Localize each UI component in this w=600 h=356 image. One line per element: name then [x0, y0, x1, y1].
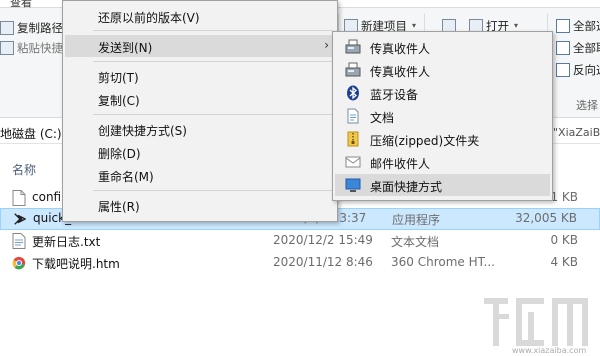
menu-item-restore-previous[interactable]: 还原以前的版本(V)	[65, 5, 335, 27]
file-date: 2020/11/12 8:46	[273, 255, 373, 269]
paste-shortcut-button[interactable]: 粘贴快捷	[0, 38, 63, 58]
menu-item-label: 属性(R)	[98, 200, 140, 214]
file-name: confi	[32, 190, 62, 204]
menu-item-delete[interactable]: 删除(D)	[65, 141, 335, 163]
address-path: 地磁盘 (C:)	[0, 127, 62, 141]
file-row[interactable]: 下载吧说明.htm 2020/11/12 8:46 360 Chrome HT.…	[0, 252, 600, 274]
menu-item-label: 剪切(T)	[98, 71, 139, 85]
file-date: 2020/12/2 15:49	[273, 233, 373, 247]
chevron-right-icon: ›	[324, 38, 329, 52]
chrome-html-icon	[12, 256, 26, 270]
menu-item-send-to[interactable]: 发送到(N) ›	[65, 35, 335, 57]
quickedit-app-icon	[14, 213, 26, 225]
file-type: 360 Chrome HT...	[391, 255, 495, 269]
file-size: 32,005 KB	[515, 211, 577, 225]
sendto-label: 文档	[370, 111, 395, 125]
file-size: 0 KB	[550, 233, 578, 247]
menu-item-label: 复制(C)	[98, 94, 140, 108]
desktop-icon	[345, 178, 361, 192]
mail-icon	[345, 156, 361, 168]
select-none-label: 全部取	[573, 41, 600, 55]
select-all-label: 全部选	[573, 19, 600, 33]
select-none-button[interactable]: 全部取	[556, 38, 600, 58]
sendto-label: 压缩(zipped)文件夹	[370, 134, 480, 148]
send-to-submenu: 传真收件人 传真收件人 蓝牙设备 文档 压缩(zipped)文件夹 邮件收件人 …	[332, 31, 553, 201]
paste-shortcut-label: 粘贴快捷	[17, 41, 63, 55]
menu-separator	[93, 114, 333, 115]
copy-path-button[interactable]: 复制路径	[0, 18, 63, 38]
menu-item-label: 删除(D)	[98, 147, 141, 161]
file-name: 下载吧说明.htm	[32, 257, 120, 271]
text-file-icon	[12, 233, 26, 249]
menu-separator	[93, 190, 333, 191]
menu-item-cut[interactable]: 剪切(T)	[65, 65, 335, 87]
file-size: 4 KB	[550, 255, 578, 269]
file-name: 更新日志.txt	[32, 235, 101, 249]
copy-path-icon	[0, 21, 14, 35]
menu-item-label: 发送到(N)	[98, 41, 153, 55]
sendto-zip-folder[interactable]: 压缩(zipped)文件夹	[335, 128, 550, 150]
file-row[interactable]: 更新日志.txt 2020/12/2 15:49 文本文档 0 KB	[0, 230, 600, 252]
search-box-text[interactable]: "XiaZaiBa"	[553, 126, 600, 139]
menu-item-label: 还原以前的版本(V)	[98, 11, 200, 25]
sendto-documents[interactable]: 文档	[335, 105, 550, 127]
column-name-header[interactable]: 名称	[12, 161, 36, 178]
sendto-fax-recipient[interactable]: 传真收件人	[335, 59, 550, 81]
invert-selection-label: 反向选	[573, 63, 600, 77]
file-icon	[12, 190, 26, 206]
sendto-bluetooth-device[interactable]: 蓝牙设备	[335, 82, 550, 104]
file-type: 文本文档	[391, 235, 440, 249]
file-size: 1 KB	[550, 190, 578, 204]
zip-folder-icon	[347, 131, 359, 147]
sendto-desktop-shortcut[interactable]: 桌面快捷方式	[335, 174, 550, 196]
select-all-button[interactable]: 全部选	[556, 16, 600, 36]
sendto-fax-recipient[interactable]: 传真收件人	[335, 36, 550, 58]
menu-item-label: 重命名(M)	[98, 170, 154, 184]
select-all-icon	[556, 19, 570, 33]
menu-item-copy[interactable]: 复制(C)	[65, 88, 335, 110]
fax-icon	[345, 62, 361, 77]
watermark-url: www.xiazaiba.com	[512, 346, 587, 355]
invert-selection-button[interactable]: 反向选	[556, 60, 600, 80]
menu-separator	[93, 61, 333, 62]
menu-item-create-shortcut[interactable]: 创建快捷方式(S)	[65, 118, 335, 140]
sendto-mail-recipient[interactable]: 邮件收件人	[335, 151, 550, 173]
copy-path-label: 复制路径	[17, 21, 63, 35]
paste-shortcut-icon	[0, 41, 14, 55]
sendto-label: 蓝牙设备	[370, 88, 419, 102]
documents-icon	[347, 108, 359, 124]
sendto-label: 邮件收件人	[370, 157, 431, 171]
file-type: 应用程序	[392, 213, 441, 227]
fax-icon	[345, 39, 361, 54]
menu-separator	[93, 30, 333, 31]
invert-selection-icon	[556, 63, 570, 77]
context-menu: 还原以前的版本(V) 发送到(N) › 剪切(T) 复制(C) 创建快捷方式(S…	[62, 0, 338, 222]
menu-item-properties[interactable]: 属性(R)	[65, 194, 335, 216]
tab-view[interactable]: 查看	[10, 0, 32, 10]
bluetooth-icon	[347, 85, 359, 101]
select-group-label: 选择	[576, 99, 598, 112]
sendto-label: 传真收件人	[370, 42, 431, 56]
select-none-icon	[556, 41, 570, 55]
xiazaiba-watermark-logo	[484, 298, 588, 346]
sendto-label: 桌面快捷方式	[370, 180, 443, 194]
sendto-label: 传真收件人	[370, 65, 431, 79]
menu-item-label: 创建快捷方式(S)	[98, 124, 187, 138]
menu-item-rename[interactable]: 重命名(M)	[65, 164, 335, 186]
